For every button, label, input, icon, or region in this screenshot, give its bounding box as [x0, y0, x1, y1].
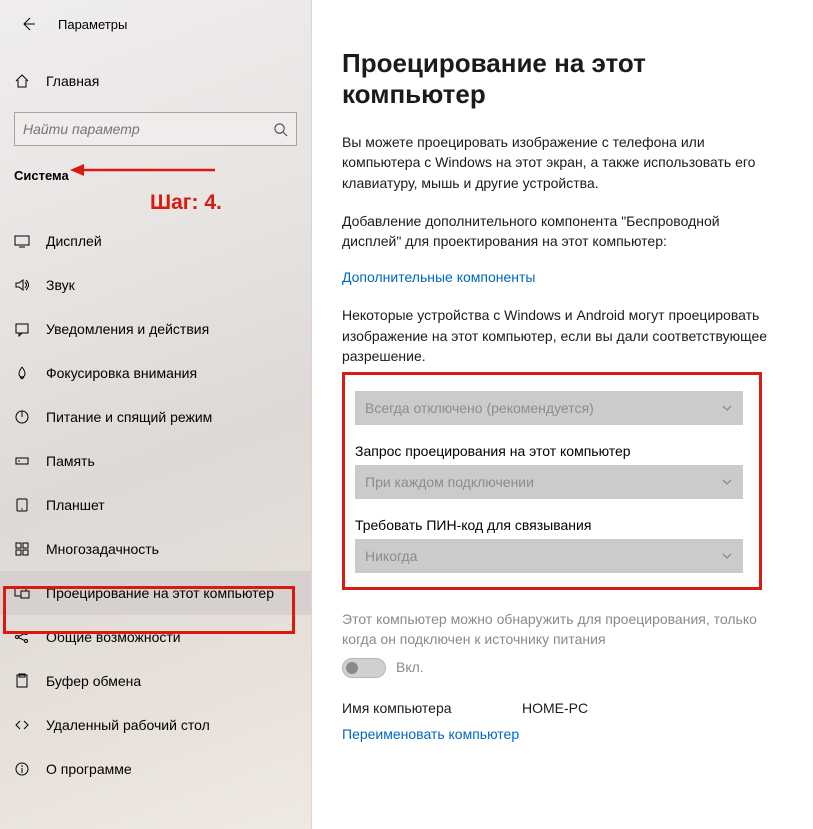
chevron-down-icon	[721, 476, 733, 488]
sidebar-item-label: Память	[46, 453, 95, 469]
sidebar-item-label: Планшет	[46, 497, 105, 513]
dropdown-value: Никогда	[365, 548, 417, 564]
tablet-icon	[14, 497, 36, 513]
storage-icon	[14, 453, 36, 469]
page-title: Проецирование на этот компьютер	[342, 48, 783, 110]
search-field[interactable]	[23, 121, 273, 137]
sidebar-item-sound[interactable]: Звук	[0, 263, 311, 307]
toggle-row: Вкл.	[342, 658, 783, 678]
pc-name-label: Имя компьютера	[342, 700, 522, 716]
search-icon	[273, 122, 288, 137]
display-icon	[14, 233, 36, 249]
sidebar-item-label: Питание и спящий режим	[46, 409, 212, 425]
power-toggle[interactable]	[342, 658, 386, 678]
sidebar-item-label: Звук	[46, 277, 75, 293]
sidebar-item-remote[interactable]: Удаленный рабочий стол	[0, 703, 311, 747]
toggle-label: Вкл.	[396, 658, 424, 678]
power-icon	[14, 409, 36, 425]
sidebar-item-about[interactable]: О программе	[0, 747, 311, 791]
back-icon[interactable]	[14, 10, 42, 38]
sidebar-item-label: Общие возможности	[46, 629, 181, 645]
home-icon	[14, 73, 36, 89]
projecting-icon	[14, 585, 36, 601]
sidebar-item-label: Фокусировка внимания	[46, 365, 197, 381]
intro-text: Вы можете проецировать изображение с тел…	[342, 132, 772, 193]
multitask-icon	[14, 541, 36, 557]
dropdown-value: Всегда отключено (рекомендуется)	[365, 400, 594, 416]
sidebar-item-notifications[interactable]: Уведомления и действия	[0, 307, 311, 351]
sound-icon	[14, 277, 36, 293]
shared-icon	[14, 629, 36, 645]
sidebar-item-focus[interactable]: Фокусировка внимания	[0, 351, 311, 395]
sidebar-item-multitask[interactable]: Многозадачность	[0, 527, 311, 571]
dropdown-availability[interactable]: Всегда отключено (рекомендуется)	[355, 391, 743, 425]
dropdown-value: При каждом подключении	[365, 474, 534, 490]
sidebar-item-label: Удаленный рабочий стол	[46, 717, 210, 733]
sidebar-item-label: О программе	[46, 761, 132, 777]
addon-text: Добавление дополнительного компонента "Б…	[342, 211, 772, 252]
search-input[interactable]	[14, 112, 297, 146]
window-header: Параметры	[0, 0, 311, 48]
sidebar-item-tablet[interactable]: Планшет	[0, 483, 311, 527]
chevron-down-icon	[721, 550, 733, 562]
power-note: Этот компьютер можно обнаружить для прое…	[342, 610, 772, 649]
rename-link[interactable]: Переименовать компьютер	[342, 726, 783, 742]
sidebar-item-power[interactable]: Питание и спящий режим	[0, 395, 311, 439]
dropdown-ask-label: Запрос проецирования на этот компьютер	[355, 443, 749, 459]
remote-icon	[14, 717, 36, 733]
dropdown-pin[interactable]: Никогда	[355, 539, 743, 573]
dropdown-ask[interactable]: При каждом подключении	[355, 465, 743, 499]
sidebar-item-label: Дисплей	[46, 233, 102, 249]
window-title: Параметры	[58, 17, 127, 32]
clipboard-icon	[14, 673, 36, 689]
home-nav[interactable]: Главная	[0, 60, 311, 102]
toggle-knob	[346, 662, 358, 674]
sidebar-item-storage[interactable]: Память	[0, 439, 311, 483]
sidebar-item-projecting[interactable]: Проецирование на этот компьютер	[0, 571, 311, 615]
sidebar-item-shared[interactable]: Общие возможности	[0, 615, 311, 659]
home-label: Главная	[46, 73, 99, 89]
sidebar-item-label: Многозадачность	[46, 541, 159, 557]
sidebar: Параметры Главная Система Шаг: 4. Диспле…	[0, 0, 312, 829]
permission-text: Некоторые устройства с Windows и Android…	[342, 305, 772, 366]
sidebar-item-label: Буфер обмена	[46, 673, 141, 689]
pc-name-row: Имя компьютера HOME-PC	[342, 700, 783, 716]
focus-icon	[14, 365, 36, 381]
sidebar-item-label: Уведомления и действия	[46, 321, 209, 337]
annotation-step-label: Шаг: 4.	[150, 191, 222, 215]
annotation-highlight-main: Всегда отключено (рекомендуется) Запрос …	[342, 372, 762, 590]
sidebar-item-clipboard[interactable]: Буфер обмена	[0, 659, 311, 703]
dropdown-pin-label: Требовать ПИН-код для связывания	[355, 517, 749, 533]
main-content: Проецирование на этот компьютер Вы может…	[312, 0, 813, 829]
chevron-down-icon	[721, 402, 733, 414]
notifications-icon	[14, 321, 36, 337]
sidebar-item-display[interactable]: Дисплей	[0, 219, 311, 263]
about-icon	[14, 761, 36, 777]
addon-link[interactable]: Дополнительные компоненты	[342, 269, 783, 285]
nav-list: Дисплей Звук Уведомления и действия Фоку…	[0, 219, 311, 791]
pc-name-value: HOME-PC	[522, 700, 588, 716]
sidebar-item-label: Проецирование на этот компьютер	[46, 585, 274, 601]
category-label: Система	[0, 160, 311, 189]
